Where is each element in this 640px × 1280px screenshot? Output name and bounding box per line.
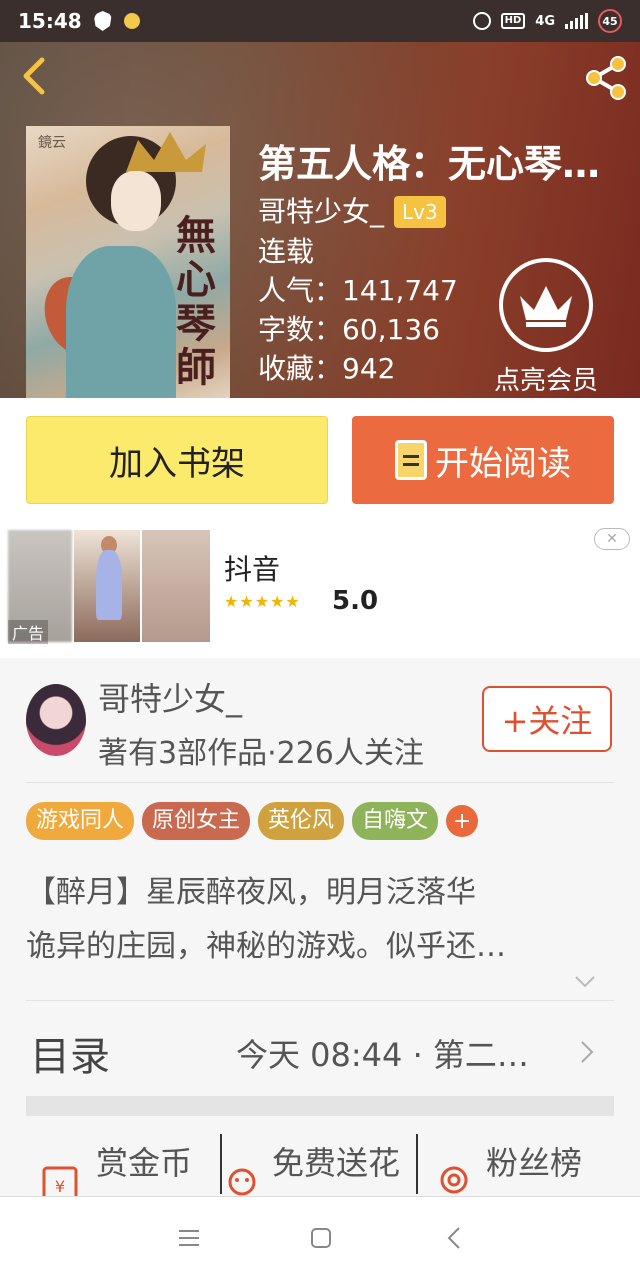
back-arrow-icon [23, 57, 45, 95]
ad-thumbnail [142, 530, 210, 642]
hd-icon: HD [500, 13, 526, 29]
book-icon [395, 440, 427, 480]
battery-indicator: 45 [598, 9, 622, 33]
book-description[interactable]: 【醉月】星辰醉夜风，明月泛落华 诡异的庄园，神秘的游戏。似乎还… [26, 866, 596, 974]
section-divider [26, 1096, 614, 1116]
shield-icon [93, 11, 112, 31]
book-cover[interactable]: 鏡云 無心琴師 [26, 126, 230, 398]
reward-row: ¥ 赏金币 免费送花 粉丝榜 [0, 1120, 640, 1202]
book-author[interactable]: 哥特少女_ [258, 192, 384, 232]
tag-original-heroine[interactable]: 原创女主 [142, 802, 251, 840]
back-icon[interactable] [442, 1225, 468, 1251]
cover-brand: 鏡云 [38, 135, 66, 151]
tag-british-style[interactable]: 英伦风 [258, 802, 345, 840]
reward-coins-button[interactable]: 赏金币 [96, 1138, 192, 1184]
avatar[interactable] [26, 684, 86, 756]
chevron-down-icon[interactable] [572, 968, 598, 994]
alarm-icon [472, 12, 491, 30]
add-to-shelf-button[interactable]: 加入书架 [26, 416, 328, 504]
send-flowers-button[interactable]: 免费送花 [272, 1138, 400, 1184]
ad-rating: 5.0 [332, 586, 379, 616]
divider [26, 782, 614, 783]
status-time: 15:48 [18, 9, 82, 33]
add-tag-button[interactable]: + [446, 805, 479, 837]
network-type: 4G [535, 13, 555, 29]
start-reading-label: 开始阅读 [435, 443, 571, 484]
follow-label: +关注 [501, 702, 593, 740]
author-section: 哥特少女_ 著有3部作品·226人关注 +关注 [0, 658, 640, 782]
status-bar: 15:48 HD 4G 45 [0, 0, 640, 42]
star-rating-icon: ★★★★★ [224, 592, 301, 611]
latest-chapter: 今天 08:44 · 第二… [236, 1036, 529, 1074]
system-nav-bar [0, 1196, 640, 1280]
fan-ranking-button[interactable]: 粉丝榜 [486, 1138, 582, 1184]
divider [26, 1000, 614, 1001]
ad-app-name: 抖音 [224, 553, 281, 586]
svg-text:¥: ¥ [55, 1177, 65, 1196]
crown-icon [520, 286, 572, 327]
share-button[interactable] [582, 54, 630, 102]
tag-self-indulgent[interactable]: 自嗨文 [352, 802, 439, 840]
description-line: 诡异的庄园，神秘的游戏。似乎还… [26, 929, 506, 964]
add-to-shelf-label: 加入书架 [109, 443, 245, 484]
description-line: 【醉月】星辰醉夜风，明月泛落华 [26, 875, 476, 910]
follow-button[interactable]: +关注 [482, 686, 612, 752]
vip-button[interactable]: 点亮会员 [486, 258, 606, 397]
book-title: 第五人格：无心琴… [258, 142, 601, 186]
ad-close-button[interactable]: ✕ [594, 528, 630, 550]
back-button[interactable] [14, 54, 58, 98]
book-header: 鏡云 無心琴師 第五人格：无心琴… 哥特少女_ Lv3 连载 人气：141,74… [0, 42, 640, 398]
tag-list: 游戏同人 原创女主 英伦风 自嗨文 + [26, 802, 479, 840]
home-icon[interactable] [308, 1225, 334, 1251]
catalog-row[interactable]: 目录 今天 08:44 · 第二… [26, 1008, 614, 1096]
ad-banner[interactable]: 广告 抖音 ★★★★★ 5.0 ✕ [0, 522, 640, 658]
catalog-title: 目录 [30, 1034, 110, 1080]
author-name[interactable]: 哥特少女_ [98, 674, 242, 720]
ad-tag: 广告 [8, 620, 49, 644]
action-bar: 加入书架 开始阅读 [0, 398, 640, 522]
level-badge: Lv3 [394, 196, 446, 228]
menu-icon[interactable] [176, 1225, 202, 1251]
vip-label: 点亮会员 [493, 366, 598, 396]
start-reading-button[interactable]: 开始阅读 [352, 416, 614, 504]
author-stats: 著有3部作品·226人关注 [98, 736, 424, 771]
ad-thumbnail [74, 530, 140, 642]
notification-icon [123, 13, 140, 29]
signal-icon [565, 13, 588, 29]
separator [416, 1134, 418, 1194]
share-icon [586, 56, 626, 100]
tag-game-fanfic[interactable]: 游戏同人 [26, 802, 135, 840]
chevron-right-icon [581, 1041, 594, 1063]
cover-title: 無心琴師 [176, 212, 216, 391]
